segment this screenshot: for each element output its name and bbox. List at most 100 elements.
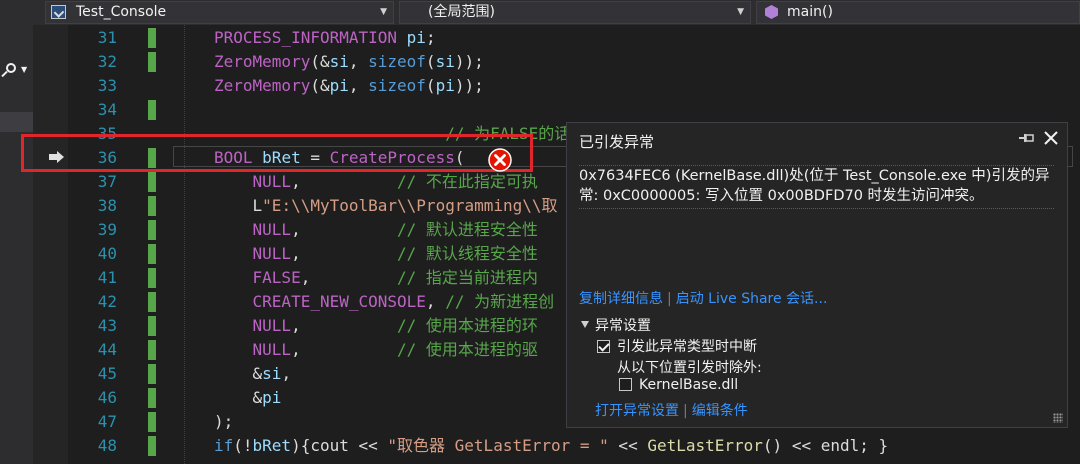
code-line[interactable]: CREATE_NEW_CONSOLE, // 为新进程创 [214, 290, 555, 314]
code-token: NULL [214, 220, 292, 239]
link-separator: | [667, 291, 672, 307]
resize-grip-icon[interactable] [1053, 413, 1063, 423]
open-exception-settings-link[interactable]: 打开异常设置 [595, 403, 679, 419]
code-line[interactable]: NULL, // 不在此指定可执 [214, 170, 538, 194]
code-line[interactable]: NULL, // 默认线程安全性 [214, 242, 538, 266]
line-number: 39 [97, 220, 117, 239]
line-number: 38 [97, 196, 117, 215]
code-token: NULL [214, 316, 292, 335]
exception-title: 已引发异常 [579, 133, 655, 151]
line-number: 48 [97, 436, 117, 455]
code-token: bRet [252, 436, 292, 455]
code-token: ( [425, 76, 436, 95]
change-bar [148, 316, 156, 336]
change-bar [148, 268, 156, 288]
code-token: NULL [214, 172, 292, 191]
code-token: , [291, 244, 398, 263]
code-token: si [435, 52, 455, 71]
break-on-exception-option[interactable]: 引发此异常类型时中断 [597, 336, 757, 356]
indicator-margin[interactable] [33, 25, 68, 464]
change-bar [148, 220, 156, 240]
change-bar [148, 52, 156, 72]
code-token: ( [425, 52, 436, 71]
navigation-bar: Test_Console ▼ (全局范围) ▼ main() [0, 0, 1080, 25]
pin-icon[interactable] [1017, 129, 1035, 147]
break-checkbox[interactable] [597, 340, 610, 353]
code-line[interactable]: FALSE, // 指定当前进程内 [214, 266, 538, 290]
change-bar [148, 100, 156, 120]
annotation-red-box [21, 134, 533, 172]
code-token: // 指定当前进程内 [397, 268, 538, 287]
scope-dropdown[interactable]: (全局范围) ▼ [399, 1, 751, 24]
code-line[interactable]: ZeroMemory(&si, sizeof(si)); [214, 50, 484, 74]
code-token: sizeof [368, 76, 426, 95]
line-number: 41 [97, 268, 117, 287]
code-line[interactable]: &si, [214, 362, 292, 386]
break-option-label: 引发此异常类型时中断 [617, 339, 757, 355]
edit-conditions-link[interactable]: 编辑条件 [692, 403, 748, 419]
exception-helper: 已引发异常 0x7634FEC6 (KernelBase.dll)处(位于 Te… [566, 122, 1068, 428]
code-line[interactable]: &pi [214, 386, 282, 410]
exception-settings-header: 异常设置 [595, 318, 651, 334]
module-option-label: KernelBase.dll [639, 377, 739, 393]
change-bar [148, 172, 156, 192]
search-icon-handle [1, 70, 8, 78]
exception-settings-toggle[interactable]: 异常设置 [581, 315, 651, 335]
copy-details-link[interactable]: 复制详细信息 [579, 291, 663, 307]
change-bar [148, 436, 156, 456]
code-token: , [300, 268, 398, 287]
error-icon[interactable] [488, 148, 512, 172]
code-token: // 使用本进程的驱 [397, 340, 538, 359]
live-share-link[interactable]: 启动 Live Share 会话... [676, 291, 828, 307]
link-separator: | [683, 403, 688, 419]
code-token: << [348, 436, 388, 455]
code-token: , [348, 52, 369, 71]
code-token: NULL [214, 244, 292, 263]
change-bar [148, 244, 156, 264]
code-line[interactable]: PROCESS_INFORMATION pi; [214, 26, 436, 50]
line-number: 42 [97, 292, 117, 311]
change-bar [148, 364, 156, 384]
code-token: // 不在此指定可执 [397, 172, 538, 191]
left-tool-strip: ▼ [0, 25, 33, 464]
close-icon[interactable] [1042, 129, 1060, 147]
line-number: 37 [97, 172, 117, 191]
code-token: , [291, 316, 398, 335]
chevron-down-icon: ▼ [737, 7, 744, 17]
line-number: 45 [97, 364, 117, 383]
code-token: )); [454, 76, 484, 95]
code-token: ZeroMemory [214, 76, 311, 95]
code-line[interactable]: ZeroMemory(&pi, sizeof(pi)); [214, 74, 484, 98]
code-line[interactable]: if(!bRet){cout << "取色器 GetLastError = " … [214, 434, 888, 458]
code-token: )); [454, 52, 484, 71]
code-line[interactable]: NULL, // 使用本进程的驱 [214, 338, 538, 362]
scope-name: (全局范围) [428, 4, 495, 20]
line-number: 46 [97, 388, 117, 407]
code-token: , [348, 76, 369, 95]
chevron-down-icon: ▼ [21, 65, 28, 74]
line-number: 31 [97, 28, 117, 47]
code-token: & [214, 388, 263, 407]
code-token: pi [435, 76, 455, 95]
code-token: (& [310, 76, 330, 95]
project-dropdown[interactable]: Test_Console ▼ [45, 1, 394, 24]
code-line[interactable]: NULL, // 使用本进程的环 [214, 314, 538, 338]
code-token: ); [214, 412, 234, 431]
module-exception-option[interactable]: KernelBase.dll [619, 377, 738, 393]
code-line[interactable]: NULL, // 默认进程安全性 [214, 218, 538, 242]
module-checkbox[interactable] [619, 378, 632, 391]
code-token: ZeroMemory [214, 52, 311, 71]
code-token: sizeof [368, 52, 426, 71]
code-line[interactable]: L"E:\\MyToolBar\\Programming\\取 [214, 194, 558, 218]
code-token: , [425, 292, 446, 311]
code-token: pi [262, 388, 282, 407]
code-token: endl [820, 436, 860, 455]
line-number: 33 [97, 76, 117, 95]
code-token: , [281, 364, 292, 383]
search-tool-button[interactable]: ▼ [0, 61, 33, 81]
code-line[interactable]: ); [214, 410, 233, 434]
code-token: FALSE [214, 268, 301, 287]
line-number-gutter: 31 32 33 34 35 36 37 38 39 40 41 42 43 44 45 46 47 48 [68, 25, 128, 464]
member-dropdown[interactable]: main() [756, 1, 1080, 24]
line-number: 47 [97, 412, 117, 431]
